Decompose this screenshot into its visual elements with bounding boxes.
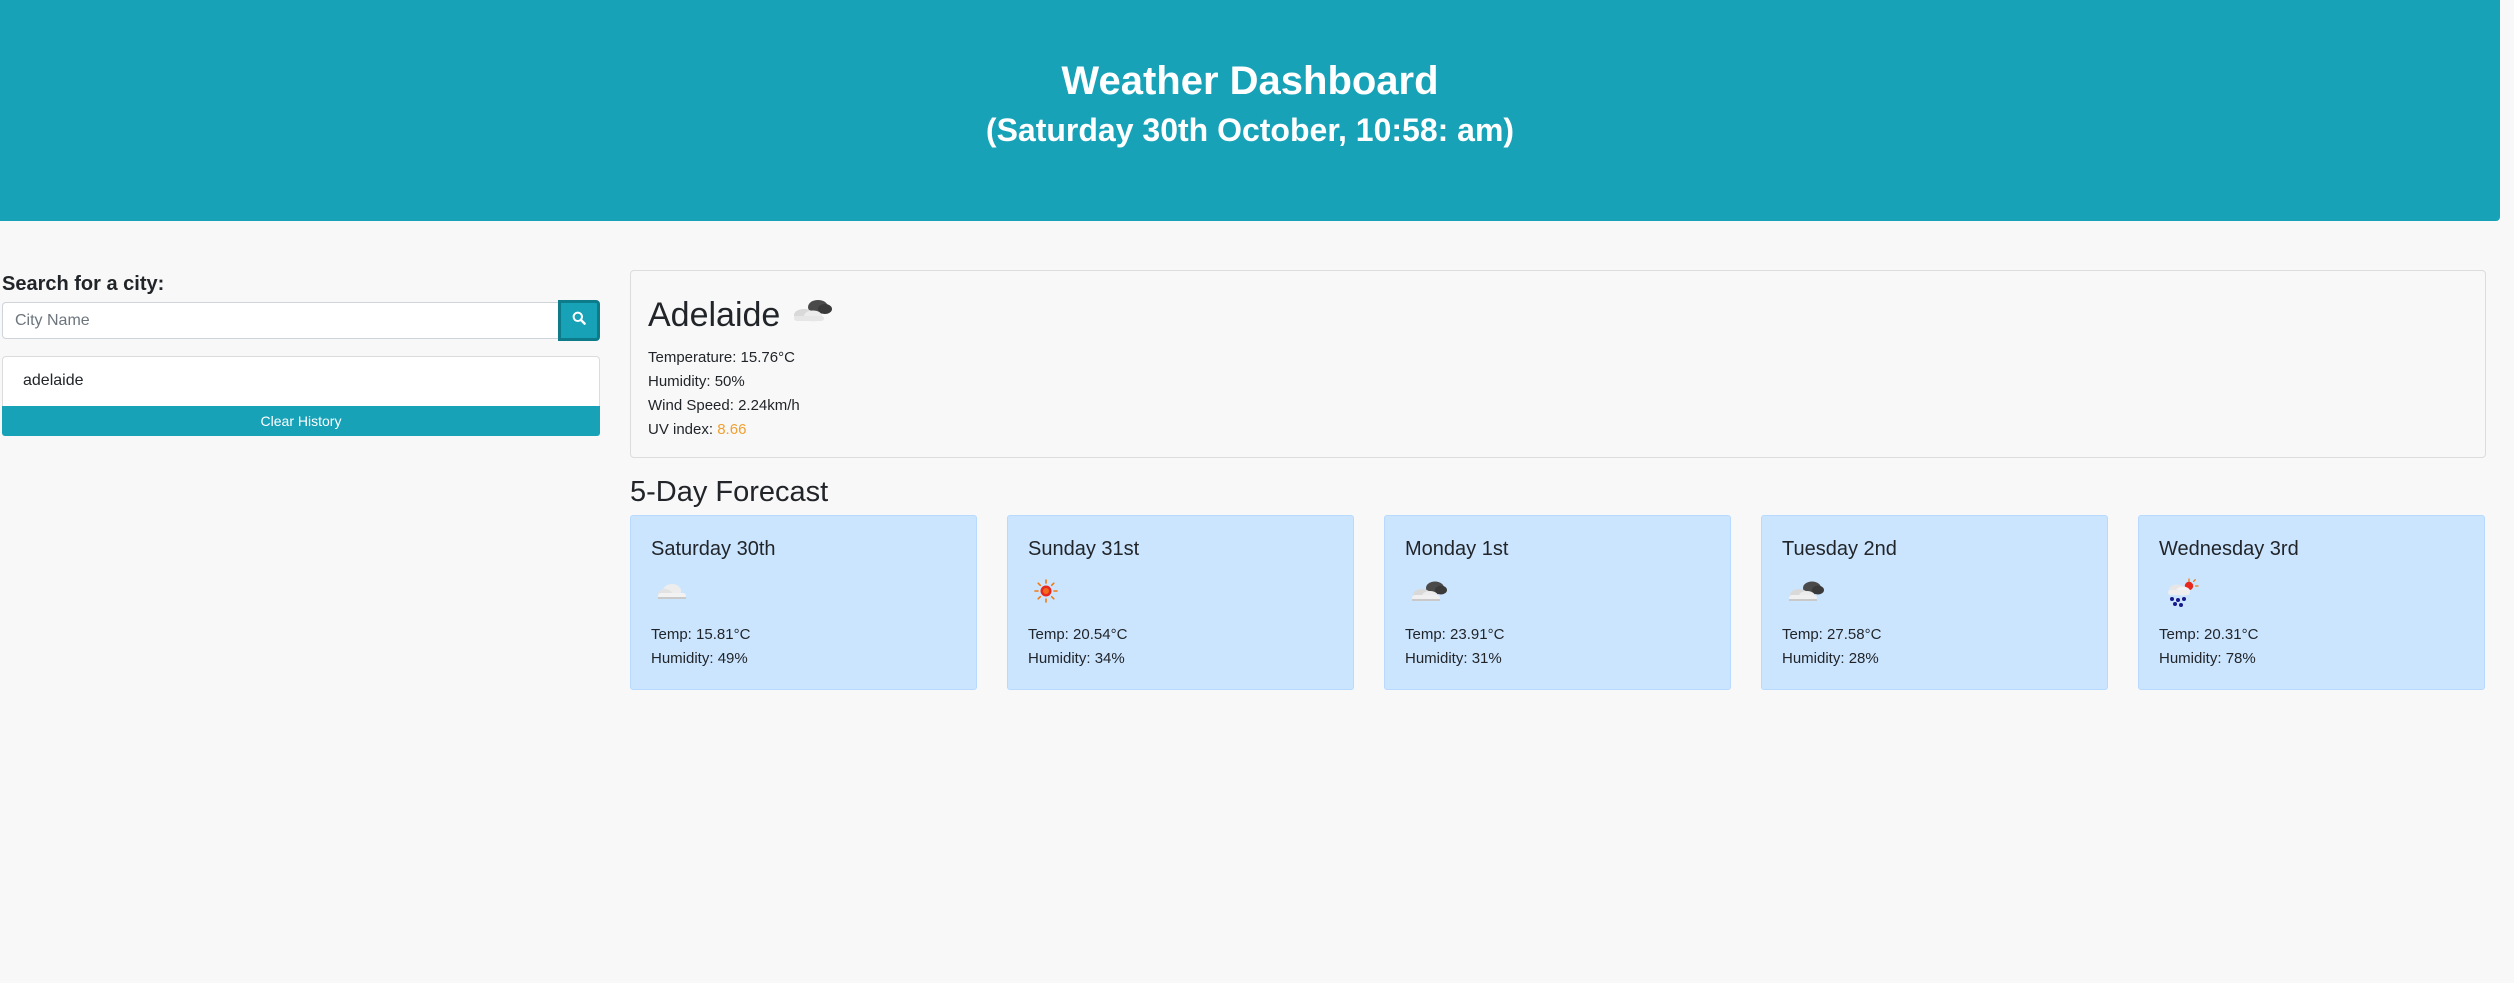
forecast-humidity: Humidity: 34%: [1028, 647, 1127, 671]
forecast-temp-label: Temp:: [2159, 626, 2200, 643]
forecast-day: Wednesday 3rd: [2159, 538, 2299, 560]
forecast-humidity-label: Humidity:: [1782, 650, 1845, 667]
forecast-info: Temp: 20.54°C Humidity: 34%: [1028, 623, 1127, 671]
forecast-temp: Temp: 15.81°C: [651, 623, 750, 647]
forecast-humidity-label: Humidity:: [651, 650, 714, 667]
forecast-temp-value: 23.91°C: [1450, 626, 1505, 643]
forecast-humidity: Humidity: 28%: [1782, 647, 1881, 671]
current-temperature: Temperature: 15.76°C: [648, 346, 800, 370]
search-button[interactable]: [558, 300, 600, 341]
forecast-humidity: Humidity: 78%: [2159, 647, 2258, 671]
current-city-heading: Adelaide: [648, 293, 834, 337]
forecast-cards: Saturday 30th Temp: 15.81°C Humidity: 49…: [630, 515, 2486, 690]
forecast-info: Temp: 23.91°C Humidity: 31%: [1405, 623, 1504, 671]
forecast-card: Sunday 31st Temp: 20.54°C Humidity: 34%: [1007, 515, 1354, 690]
broken-clouds-icon: [790, 293, 834, 337]
forecast-humidity-value: 49%: [717, 650, 748, 667]
forecast-temp-label: Temp:: [1028, 626, 1069, 643]
forecast-temp-label: Temp:: [1782, 626, 1823, 643]
forecast-card: Saturday 30th Temp: 15.81°C Humidity: 49…: [630, 515, 977, 690]
forecast-humidity-value: 28%: [1848, 650, 1879, 667]
forecast-temp: Temp: 27.58°C: [1782, 623, 1881, 647]
header-datetime: (Saturday 30th October, 10:58: am): [985, 112, 1515, 148]
search-history: adelaide Clear History: [2, 356, 600, 436]
forecast-temp-value: 20.54°C: [1073, 626, 1128, 643]
forecast-temp: Temp: 20.54°C: [1028, 623, 1127, 647]
city-search-input[interactable]: [2, 302, 558, 339]
forecast-info: Temp: 15.81°C Humidity: 49%: [651, 623, 750, 671]
forecast-humidity-value: 34%: [1094, 650, 1125, 667]
forecast-humidity-label: Humidity:: [2159, 650, 2222, 667]
current-wind-speed: Wind Speed: 2.24km/h: [648, 394, 800, 418]
forecast-day: Monday 1st: [1405, 538, 1509, 560]
forecast-temp-value: 27.58°C: [1827, 626, 1882, 643]
forecast-temp-value: 20.31°C: [2204, 626, 2259, 643]
current-uv-index: UV index: 8.66: [648, 418, 800, 442]
forecast-info: Temp: 27.58°C Humidity: 28%: [1782, 623, 1881, 671]
forecast-day: Saturday 30th: [651, 538, 776, 560]
humidity-value: 50%: [714, 373, 745, 390]
history-item-adelaide[interactable]: adelaide: [2, 356, 600, 406]
temperature-label: Temperature:: [648, 349, 737, 366]
search-icon: [572, 311, 586, 330]
forecast-humidity: Humidity: 49%: [651, 647, 750, 671]
forecast-day: Tuesday 2nd: [1782, 538, 1897, 560]
forecast-card: Monday 1st Temp: 23.91°C Humidity: 31%: [1384, 515, 1731, 690]
uv-value: 8.66: [717, 421, 747, 438]
clear-sun-icon: [1030, 578, 1070, 609]
forecast-card: Wednesday 3rd Temp: 20.31°C Humidity: 78…: [2138, 515, 2485, 690]
forecast-title: 5-Day Forecast: [630, 476, 829, 508]
current-city-name: Adelaide: [648, 296, 781, 334]
wind-label: Wind Speed:: [648, 397, 734, 414]
temperature-value: 15.76°C: [740, 349, 795, 366]
page-header: Weather Dashboard (Saturday 30th October…: [0, 0, 2500, 221]
forecast-temp-value: 15.81°C: [696, 626, 751, 643]
page-title: Weather Dashboard: [1061, 59, 1439, 103]
broken-clouds-icon: [1784, 578, 1828, 609]
current-humidity: Humidity: 50%: [648, 370, 800, 394]
humidity-label: Humidity:: [648, 373, 711, 390]
forecast-humidity-value: 78%: [2225, 650, 2256, 667]
wind-value: 2.24km/h: [738, 397, 800, 414]
forecast-info: Temp: 20.31°C Humidity: 78%: [2159, 623, 2258, 671]
forecast-temp-label: Temp:: [1405, 626, 1446, 643]
forecast-card: Tuesday 2nd Temp: 27.58°C Humidity: 28%: [1761, 515, 2108, 690]
clear-history-button[interactable]: Clear History: [2, 406, 600, 436]
forecast-temp: Temp: 20.31°C: [2159, 623, 2258, 647]
rain-sun-icon: [2161, 578, 2205, 613]
broken-clouds-icon: [1407, 578, 1451, 609]
search-label: Search for a city:: [2, 273, 165, 295]
forecast-temp: Temp: 23.91°C: [1405, 623, 1504, 647]
forecast-humidity: Humidity: 31%: [1405, 647, 1504, 671]
uv-label: UV index:: [648, 421, 714, 438]
forecast-humidity-value: 31%: [1471, 650, 1502, 667]
current-stats: Temperature: 15.76°C Humidity: 50% Wind …: [648, 346, 800, 442]
few-clouds-icon: [653, 578, 693, 609]
forecast-humidity-label: Humidity:: [1028, 650, 1091, 667]
forecast-day: Sunday 31st: [1028, 538, 1140, 560]
current-weather-panel: Adelaide Temperature: 15.76°C Humidity: …: [630, 270, 2486, 458]
forecast-humidity-label: Humidity:: [1405, 650, 1468, 667]
forecast-temp-label: Temp:: [651, 626, 692, 643]
